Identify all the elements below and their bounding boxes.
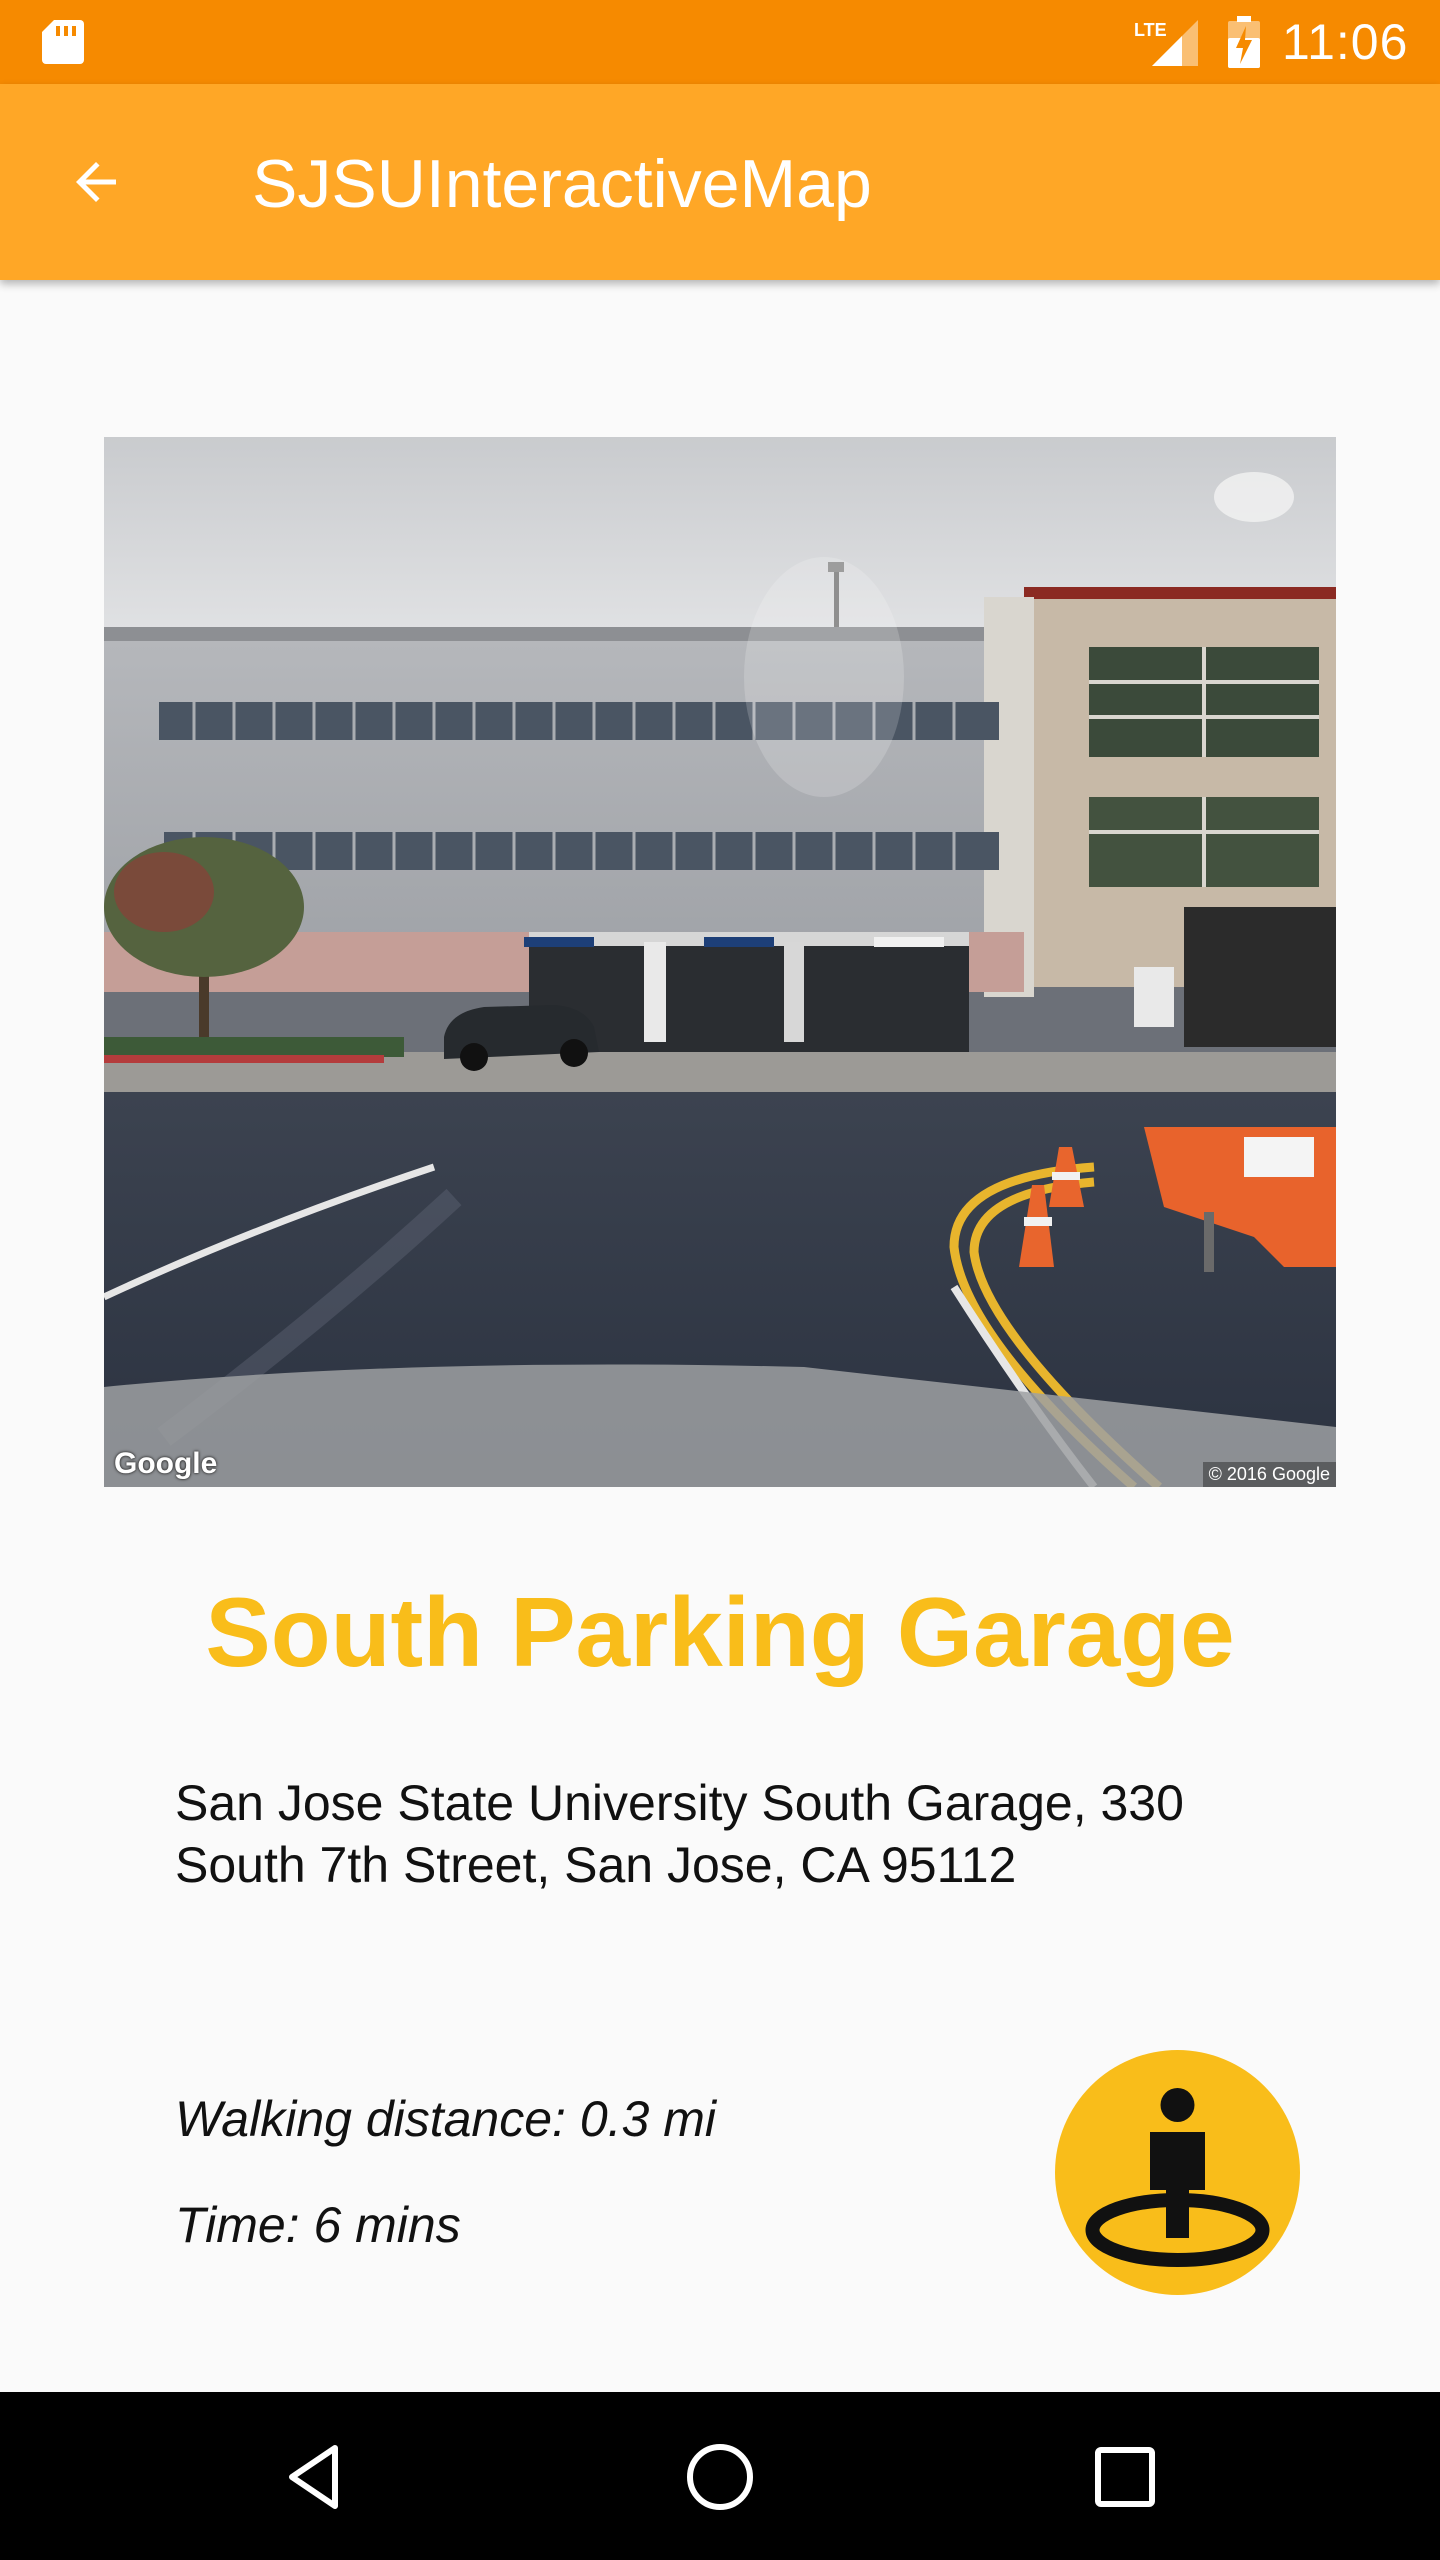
svg-text:LTE: LTE bbox=[1134, 20, 1167, 40]
place-address: San Jose State University South Garage, … bbox=[175, 1775, 1184, 1893]
status-clock: 11:06 bbox=[1282, 14, 1409, 70]
status-bar: LTE 11:06 bbox=[0, 0, 1440, 84]
nav-back-button[interactable] bbox=[270, 2432, 360, 2522]
battery-charging-icon bbox=[1228, 16, 1260, 68]
walking-distance-label: Walking distance: 0.3 mi bbox=[175, 2091, 716, 2147]
back-button[interactable] bbox=[48, 134, 144, 230]
nav-back-icon bbox=[289, 2445, 338, 2509]
nav-recents-icon bbox=[1095, 2447, 1155, 2507]
arrow-back-icon bbox=[76, 162, 116, 202]
copyright-attribution: © 2016 Google bbox=[1202, 1462, 1336, 1487]
lte-signal-icon: LTE bbox=[1134, 20, 1198, 66]
street-view-photo bbox=[104, 437, 1336, 1487]
street-view-person-icon bbox=[1085, 2088, 1270, 2267]
street-view-image[interactable]: Google © 2016 Google bbox=[104, 437, 1336, 1487]
nav-home-button[interactable] bbox=[675, 2432, 765, 2522]
system-nav-bar bbox=[0, 2392, 1440, 2560]
app-bar: SJSUInteractiveMap bbox=[0, 84, 1440, 280]
sd-card-icon bbox=[42, 20, 84, 64]
nav-recents-button[interactable] bbox=[1080, 2432, 1170, 2522]
place-title: South Parking Garage bbox=[205, 1577, 1235, 1687]
walking-time-label: Time: 6 mins bbox=[175, 2197, 461, 2253]
google-attribution-logo: Google bbox=[114, 1447, 218, 1480]
app-title: SJSUInteractiveMap bbox=[252, 146, 872, 222]
nav-home-icon bbox=[687, 2444, 753, 2510]
street-view-button[interactable] bbox=[1055, 2050, 1300, 2295]
